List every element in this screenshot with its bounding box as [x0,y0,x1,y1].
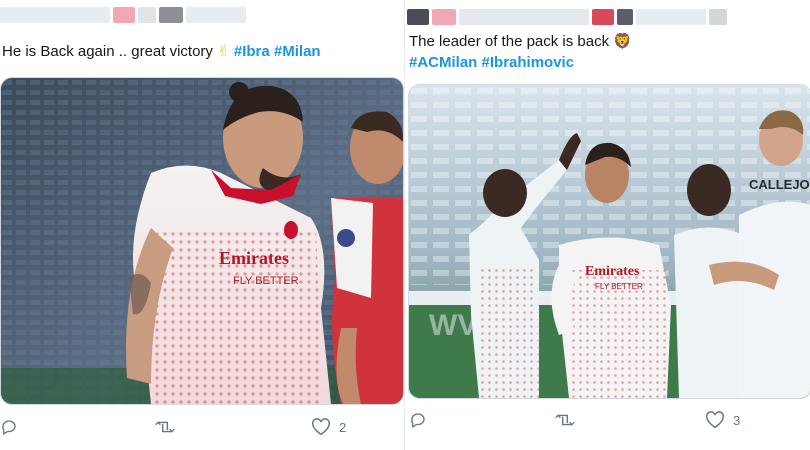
like-button[interactable]: 2 [311,418,346,436]
reply-button[interactable] [0,418,26,436]
heart-icon [706,411,724,429]
tweet-body: The leader of the pack is back [409,33,610,50]
tweet-text: He is Back again .. great victory ✌ #Ibr… [2,42,321,62]
retweet-icon [555,414,575,426]
like-count: 3 [733,412,741,428]
football-celebration-photo: WV Emirates FLY BETTER CALLEJO [409,85,810,398]
sponsor-text: Emirates [219,248,289,268]
user-name-blurred[interactable] [0,6,246,24]
tweet-photo[interactable]: WV Emirates FLY BETTER CALLEJO [408,84,810,399]
hashtag-milan[interactable]: #Milan [274,43,321,60]
reply-icon [411,413,425,428]
sponsor-text: Emirates [585,264,640,279]
tweet-card-2[interactable]: The leader of the pack is back 🦁 #ACMila… [404,0,810,450]
hashtag-ibrahimovic[interactable]: #Ibrahimovic [482,54,575,71]
sponsor-subtext: FLY BETTER [233,275,299,287]
tweet-body: He is Back again .. great victory [2,43,213,60]
reply-button[interactable] [409,411,435,429]
sponsor-subtext: FLY BETTER [595,282,643,291]
retweet-button[interactable] [555,411,583,429]
tweet-photo[interactable]: Emirates FLY BETTER [0,77,404,405]
lion-emoji: 🦁 [613,33,632,50]
like-button[interactable]: 3 [705,411,740,429]
reply-icon [2,420,16,435]
hashtag-ibra[interactable]: #Ibra [234,43,270,60]
hashtag-acmilan[interactable]: #ACMilan [409,54,477,71]
tweet-hashtags: #ACMilan #Ibrahimovic [409,53,574,73]
retweet-icon [155,421,175,433]
victory-hand-emoji: ✌ [217,43,230,60]
retweet-button[interactable] [155,418,183,436]
tweet-text: The leader of the pack is back 🦁 [409,32,632,52]
user-name-blurred[interactable] [407,8,727,26]
svg-text:WV: WV [429,309,477,342]
like-count: 2 [339,419,347,435]
shirt-name: CALLEJO [749,177,810,192]
football-photo: Emirates FLY BETTER [1,78,403,404]
heart-icon [312,418,330,436]
tweet-card-1[interactable]: He is Back again .. great victory ✌ #Ibr… [0,0,404,450]
